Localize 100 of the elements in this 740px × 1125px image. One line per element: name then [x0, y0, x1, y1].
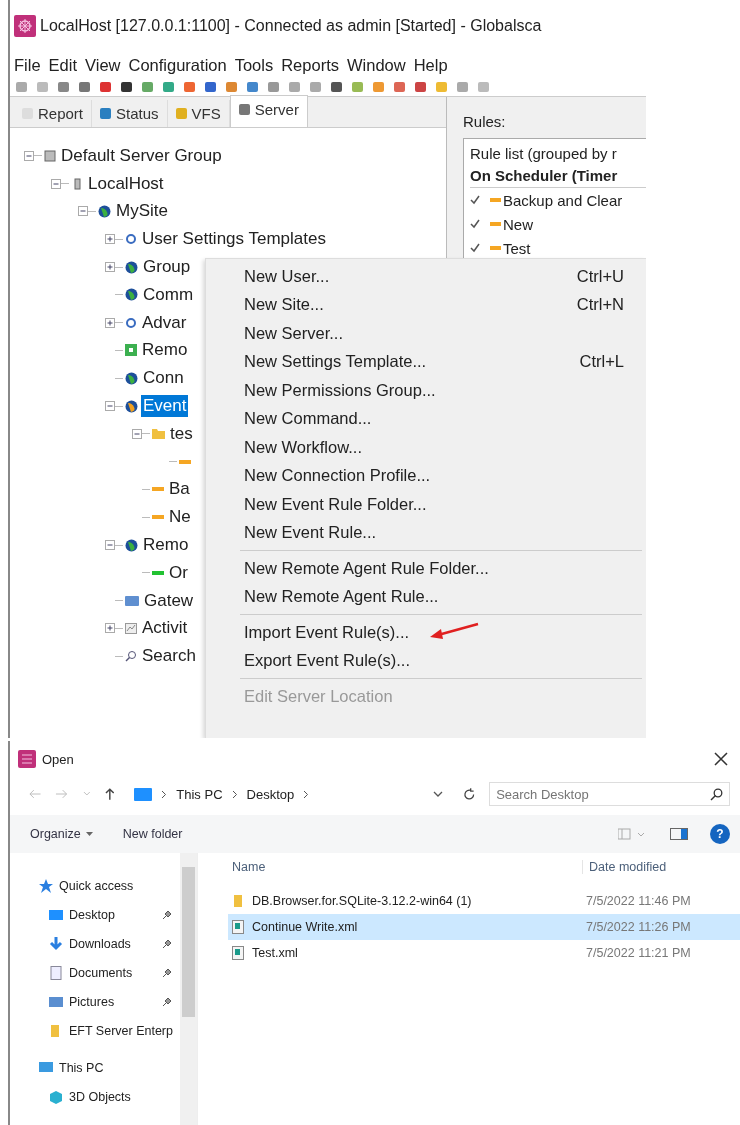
monitor-icon — [134, 787, 153, 801]
tree-item[interactable]: LocalHost — [86, 172, 166, 195]
address-bar[interactable]: This PC Desktop — [128, 782, 449, 806]
chevron-down-icon[interactable] — [432, 790, 443, 798]
tree-item[interactable]: Advar — [140, 311, 189, 334]
close-icon[interactable] — [714, 752, 728, 766]
tree-item[interactable]: Remo — [141, 534, 191, 557]
tree-item[interactable]: tes — [168, 422, 195, 445]
column-header[interactable]: Date modified — [582, 860, 667, 874]
expand-toggle-icon[interactable] — [132, 428, 142, 439]
expand-toggle-icon[interactable] — [105, 262, 115, 273]
tree-item[interactable]: Activit — [140, 617, 190, 640]
tree-item[interactable]: Or — [167, 561, 190, 584]
menu-item[interactable]: Configuration — [128, 55, 227, 75]
breadcrumb[interactable]: This PC — [176, 786, 223, 802]
file-row[interactable]: DB.Browser.for.SQLite-3.12.2-win64 (1) 7/5/2022 11:46 PM — [228, 888, 740, 914]
ring-icon — [125, 316, 137, 329]
tab[interactable]: Server — [229, 95, 308, 127]
tree-item[interactable]: Group — [141, 256, 193, 279]
menu-item[interactable]: Help — [413, 55, 448, 75]
pin-icon[interactable] — [162, 938, 172, 949]
menu-item[interactable]: New Remote Agent Rule Folder... — [206, 554, 646, 583]
scrollbar[interactable] — [180, 853, 197, 1125]
expand-toggle-icon[interactable] — [105, 401, 115, 412]
nav-item[interactable]: This PC — [59, 1060, 104, 1075]
tree-item[interactable]: Default Server Group — [59, 144, 224, 167]
tree-item[interactable]: Ba — [167, 478, 192, 501]
menu-item[interactable]: File — [14, 55, 41, 75]
menu-item[interactable]: New Site... Ctrl+N — [206, 290, 646, 319]
tree-item[interactable]: User Settings Templates — [140, 228, 328, 251]
pin-icon[interactable] — [162, 967, 172, 978]
expand-toggle-icon[interactable] — [51, 178, 61, 189]
expand-toggle-icon[interactable] — [24, 150, 34, 161]
checkbox-icon[interactable] — [470, 195, 480, 205]
nav-item[interactable]: EFT Server Enterp — [69, 1023, 173, 1038]
cube-icon — [48, 1089, 64, 1104]
menu-item[interactable]: New Server... — [206, 319, 646, 348]
menu-item[interactable]: New Event Rule Folder... — [206, 490, 646, 519]
app-logo-icon — [18, 750, 36, 768]
search-field[interactable]: Search Desktop — [489, 782, 730, 806]
menu-item[interactable]: New Settings Template... Ctrl+L — [206, 347, 646, 376]
new-folder-button[interactable]: New folder — [118, 824, 187, 844]
expand-toggle-icon[interactable] — [105, 540, 115, 551]
menu-item[interactable]: Tools — [234, 55, 274, 75]
menu-item[interactable]: View — [85, 55, 121, 75]
menu-item[interactable]: New Workflow... — [206, 433, 646, 462]
pin-icon[interactable] — [162, 909, 172, 920]
caret-icon — [85, 831, 93, 837]
column-header[interactable]: Name — [228, 860, 582, 874]
menu-item[interactable]: Reports — [281, 55, 339, 75]
menu-item[interactable]: New Permissions Group... — [206, 376, 646, 405]
preview-pane-icon[interactable] — [670, 828, 688, 840]
organize-button[interactable]: Organize — [26, 824, 97, 844]
expand-toggle-icon[interactable] — [105, 623, 115, 634]
nav-item[interactable]: Pictures — [69, 994, 115, 1009]
nav-item[interactable]: Downloads — [69, 936, 131, 951]
nav-item[interactable]: 3D Objects — [69, 1089, 131, 1104]
menu-item[interactable]: Window — [346, 55, 406, 75]
tree-item[interactable]: Conn — [141, 367, 186, 390]
nav-item[interactable]: Documents — [69, 965, 133, 980]
menu-item[interactable]: Import Event Rule(s)... — [206, 618, 646, 647]
rule-name[interactable]: Backup and Clear — [503, 191, 623, 209]
menu-item[interactable]: Edit — [48, 55, 78, 75]
breadcrumb[interactable]: Desktop — [246, 786, 295, 802]
file-name: Continue Write.xml — [252, 920, 359, 934]
tree-item[interactable]: Search — [140, 645, 198, 668]
globe-icon — [125, 371, 138, 385]
menu-item[interactable]: New Command... — [206, 404, 646, 433]
pin-icon[interactable] — [162, 996, 172, 1007]
expand-toggle-icon[interactable] — [105, 317, 115, 328]
rule-name[interactable]: Test — [503, 239, 531, 257]
menu-item[interactable]: New Event Rule... — [206, 518, 646, 547]
chevron-right-icon — [303, 789, 310, 799]
menu-item[interactable]: Export Event Rule(s)... — [206, 646, 646, 675]
help-button[interactable]: ? — [710, 824, 730, 844]
square-icon — [125, 344, 137, 357]
tree-item[interactable]: MySite — [114, 200, 170, 223]
expand-toggle-icon[interactable] — [105, 234, 115, 245]
expand-toggle-icon[interactable] — [78, 206, 88, 217]
menu-item[interactable]: New User... Ctrl+U — [206, 262, 646, 291]
tree-item[interactable]: Gatew — [142, 589, 196, 612]
nav-item[interactable]: Quick access — [59, 878, 134, 893]
tree-item[interactable]: Comm — [141, 283, 196, 306]
menu-item[interactable]: New Remote Agent Rule... — [206, 582, 646, 611]
file-row[interactable]: Test.xml 7/5/2022 11:21 PM — [228, 940, 740, 966]
rule-name[interactable]: New — [503, 215, 533, 233]
file-row[interactable]: Continue Write.xml 7/5/2022 11:26 PM — [228, 914, 740, 940]
refresh-icon[interactable] — [462, 787, 476, 801]
nav-item[interactable]: Desktop — [69, 907, 115, 922]
desktop-icon — [48, 907, 64, 922]
tree-item[interactable]: Ne — [167, 506, 193, 529]
tree-item[interactable]: Event — [141, 395, 189, 418]
server-icon — [71, 176, 83, 191]
globe-icon — [125, 399, 138, 413]
activity-icon — [125, 622, 137, 634]
checkbox-icon[interactable] — [470, 219, 480, 229]
checkbox-icon[interactable] — [470, 243, 480, 253]
tree-item[interactable]: Remo — [140, 339, 190, 362]
menu-item[interactable]: New Connection Profile... — [206, 461, 646, 490]
up-arrow-icon[interactable] — [104, 787, 115, 801]
